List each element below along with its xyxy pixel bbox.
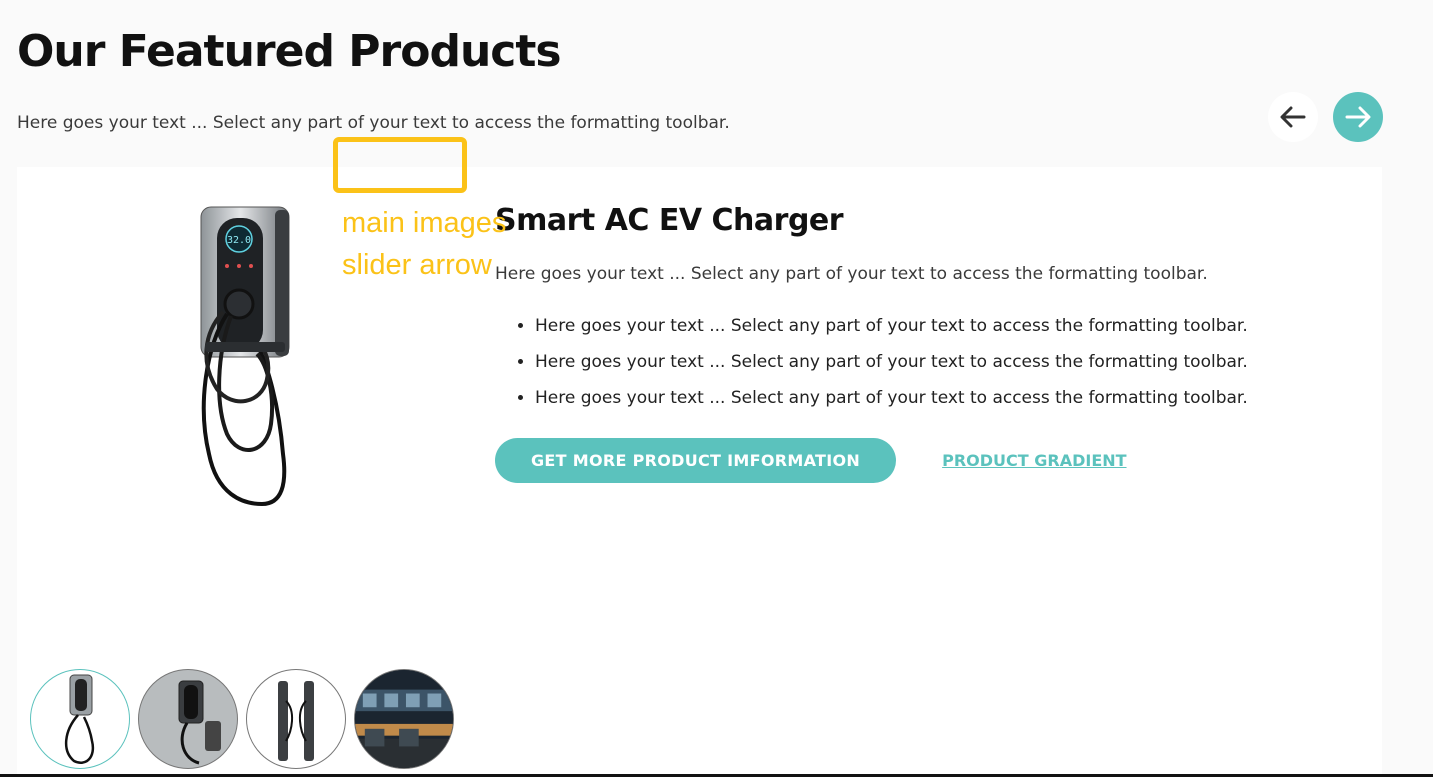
page-title: Our Featured Products [17, 26, 562, 77]
annotation-line-2: slider arrow [342, 249, 492, 281]
feature-item: Here goes your text ... Select any part … [535, 308, 1355, 344]
product-gradient-link[interactable]: PRODUCT GRADIENT [942, 451, 1126, 470]
thumbnail-factory[interactable] [354, 669, 454, 769]
annotation-line-1: main images [342, 207, 507, 239]
ev-charger-main-image: 32.0 [200, 206, 290, 507]
product-actions: GET MORE PRODUCT IMFORMATION PRODUCT GRA… [495, 438, 1355, 483]
thumbnail-charger-wall[interactable] [138, 669, 238, 769]
charger-thumbnail-image [65, 674, 95, 764]
product-card: 32.0 Smart AC EV Charger Here goes your … [17, 167, 1382, 777]
slider-prev-button[interactable] [1268, 92, 1318, 142]
product-title: Smart AC EV Charger [495, 203, 844, 238]
factory-thumbnail-image [355, 670, 453, 768]
arrow-right-icon [1345, 106, 1371, 128]
product-info: Smart AC EV Charger Here goes your text … [495, 203, 1355, 483]
feature-list: Here goes your text ... Select any part … [495, 308, 1355, 416]
page-subtitle: Here goes your text ... Select any part … [17, 113, 730, 133]
thumbnail-charger-front[interactable] [30, 669, 130, 769]
svg-text:32.0: 32.0 [227, 235, 251, 246]
feature-item: Here goes your text ... Select any part … [535, 344, 1355, 380]
product-description: Here goes your text ... Select any part … [495, 264, 1208, 284]
annotation-label: main images slider arrow [342, 202, 506, 286]
annotation-highlight-box [333, 137, 467, 193]
arrow-left-icon [1280, 106, 1306, 128]
feature-item: Here goes your text ... Select any part … [535, 380, 1355, 416]
charger-wall-thumbnail-image [178, 680, 221, 765]
get-more-info-button[interactable]: GET MORE PRODUCT IMFORMATION [495, 438, 897, 483]
pedestal-thumbnail-image [278, 681, 314, 761]
featured-products-page: Our Featured Products Here goes your tex… [0, 0, 1433, 777]
thumbnail-charger-pedestal[interactable] [246, 669, 346, 769]
thumbnail-strip [30, 669, 454, 769]
slider-next-button[interactable] [1333, 92, 1383, 142]
